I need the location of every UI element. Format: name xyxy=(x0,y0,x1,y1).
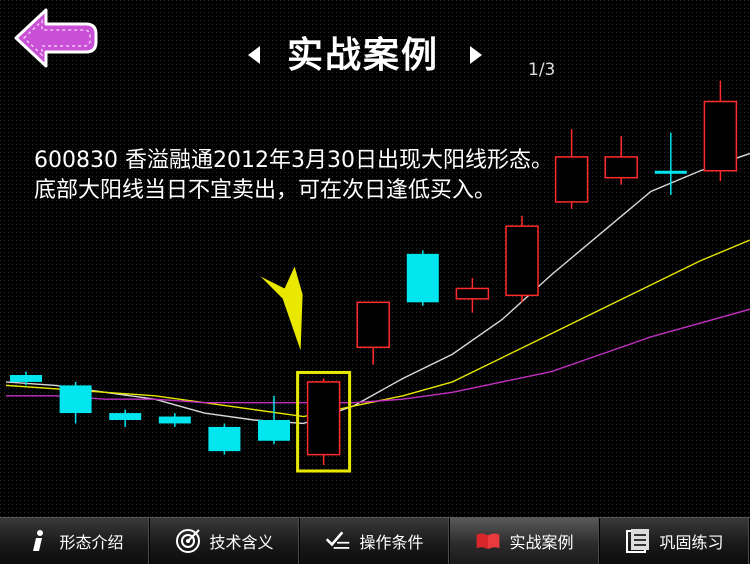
candlestick xyxy=(554,129,589,209)
candle-body xyxy=(356,301,390,349)
candle-body xyxy=(455,287,490,300)
target-icon xyxy=(175,528,201,554)
back-button[interactable] xyxy=(12,6,100,70)
notebook-icon xyxy=(625,528,651,554)
candlestick xyxy=(455,278,490,313)
candlestick xyxy=(654,132,687,195)
tab-technical-meaning[interactable]: 技术含义 xyxy=(150,518,300,564)
chevron-right-icon[interactable] xyxy=(470,46,482,64)
case-description: 600830 香溢融通2012年3月30日出现大阳线形态。底部大阳线当日不宜卖出… xyxy=(34,148,553,203)
candlestick xyxy=(703,80,738,182)
candle-body xyxy=(505,225,539,297)
tab-operation-conditions[interactable]: 操作条件 xyxy=(300,518,450,564)
candlestick xyxy=(208,423,241,455)
info-icon xyxy=(25,528,51,554)
tab-label: 操作条件 xyxy=(359,533,424,552)
candlestick xyxy=(604,136,638,185)
tab-pattern-intro[interactable]: 形态介绍 xyxy=(0,518,150,564)
candle-body xyxy=(654,170,687,174)
checklist-icon xyxy=(325,528,351,554)
book-icon xyxy=(475,528,501,554)
candle-body xyxy=(208,426,241,452)
candle-body xyxy=(258,420,290,441)
page-indicator: 1/3 xyxy=(528,60,556,80)
candlestick xyxy=(505,215,539,303)
candle-body xyxy=(306,381,341,456)
candle-body xyxy=(158,416,191,424)
candlestick xyxy=(59,381,92,424)
tab-label: 实战案例 xyxy=(509,533,574,552)
candle-body xyxy=(406,253,439,303)
candlestick xyxy=(158,413,191,427)
candle-body xyxy=(59,385,92,414)
candle-body xyxy=(604,156,638,179)
tab-real-cases[interactable]: 实战案例 xyxy=(450,518,600,564)
pointer-arrow xyxy=(260,266,303,351)
bottom-tab-bar: 形态介绍 技术含义 操作条件 实战案例 巩固练习 xyxy=(0,517,750,564)
candlestick xyxy=(356,301,390,365)
candle-body xyxy=(554,156,589,203)
candlestick xyxy=(10,371,42,386)
tab-label: 技术含义 xyxy=(209,533,274,552)
chevron-left-icon[interactable] xyxy=(248,46,260,64)
page-title: 实战案例 xyxy=(286,34,439,76)
candlestick xyxy=(109,409,142,427)
tab-label: 形态介绍 xyxy=(59,533,124,552)
tab-label: 巩固练习 xyxy=(659,533,724,552)
title-bar: 实战案例 xyxy=(240,30,490,80)
candle-body xyxy=(703,100,738,172)
candlestick xyxy=(406,250,439,306)
back-arrow-icon xyxy=(14,8,98,68)
main-stage: 实战案例 1/3 600830 香溢融通2012年3月30日出现大阳线形态。底部… xyxy=(0,0,750,517)
candle-body xyxy=(10,375,42,382)
candle-body xyxy=(109,413,142,420)
tab-practice[interactable]: 巩固练习 xyxy=(600,518,750,564)
